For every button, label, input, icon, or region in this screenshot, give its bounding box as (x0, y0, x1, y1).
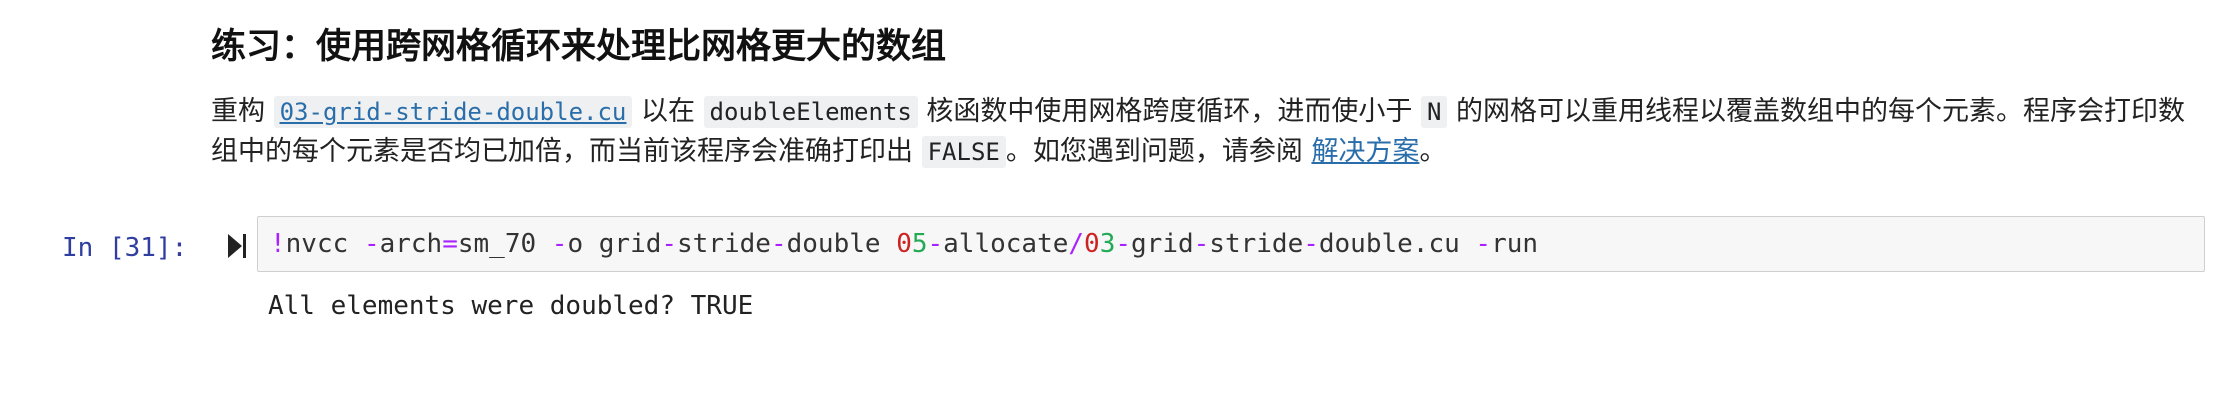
code-input-area[interactable]: !nvcc -arch=sm_70 -o grid-stride-double … (257, 216, 2205, 272)
code-token: - (1115, 229, 1132, 259)
text-segment: 重构 (211, 96, 274, 127)
code-token: double.cu (1318, 229, 1476, 259)
code-token: / (1068, 229, 1085, 259)
code-token: 0 (1084, 229, 1100, 259)
solution-link[interactable]: 解决方案 (1311, 136, 1419, 167)
cell-prompt: In [31]: (62, 233, 188, 263)
file-link-code: 03-grid-stride-double.cu (273, 96, 633, 128)
code-token: - (1193, 229, 1210, 259)
code-token: grid (1131, 229, 1194, 259)
code-token: stride (677, 229, 771, 259)
code-token: o grid (567, 229, 662, 259)
code-token: allocate (943, 229, 1069, 259)
code-token: - (1475, 229, 1492, 259)
exercise-heading: 练习：使用跨网格循环来处理比网格更大的数组 (211, 27, 947, 67)
code-token: ! (270, 229, 286, 259)
text-segment: 。如您遇到问题，请参阅 (1005, 136, 1312, 167)
code-token: nvcc (285, 229, 364, 259)
code-token: - (363, 229, 380, 259)
cell-output: All elements were doubled? TRUE (268, 291, 754, 321)
code-token: 0 (896, 229, 912, 259)
exercise-description: 重构 03-grid-stride-double.cu 以在 doubleEle… (211, 92, 2201, 172)
code-token: 3 (1099, 229, 1116, 259)
code-token: 5 (911, 229, 928, 259)
text-segment: 核函数中使用网格跨度循环，进而使小于 (917, 96, 1422, 127)
text-segment: 以在 (632, 96, 704, 127)
code-token: - (551, 229, 568, 259)
false-code: FALSE (921, 136, 1006, 168)
code-token: = (442, 229, 458, 259)
code-token: double (786, 229, 897, 259)
code-token: arch (379, 229, 443, 259)
kernel-code: doubleElements (703, 96, 918, 128)
code-token: - (661, 229, 678, 259)
code-token: run (1491, 229, 1539, 259)
text-segment: 。 (1419, 136, 1447, 167)
code-token: - (1303, 229, 1319, 259)
run-cell-icon[interactable] (226, 232, 248, 260)
code-token: - (927, 229, 944, 259)
file-link[interactable]: 03-grid-stride-double.cu (273, 96, 633, 128)
code-token: sm_70 (457, 229, 552, 259)
code-token: - (770, 229, 787, 259)
code-line: !nvcc -arch=sm_70 -o grid-stride-double … (270, 225, 1538, 263)
code-token: stride (1209, 229, 1304, 259)
markdown-cell: 练习：使用跨网格循环来处理比网格更大的数组 重构 03-grid-stride-… (211, 18, 2201, 172)
n-code: N (1421, 96, 1448, 128)
